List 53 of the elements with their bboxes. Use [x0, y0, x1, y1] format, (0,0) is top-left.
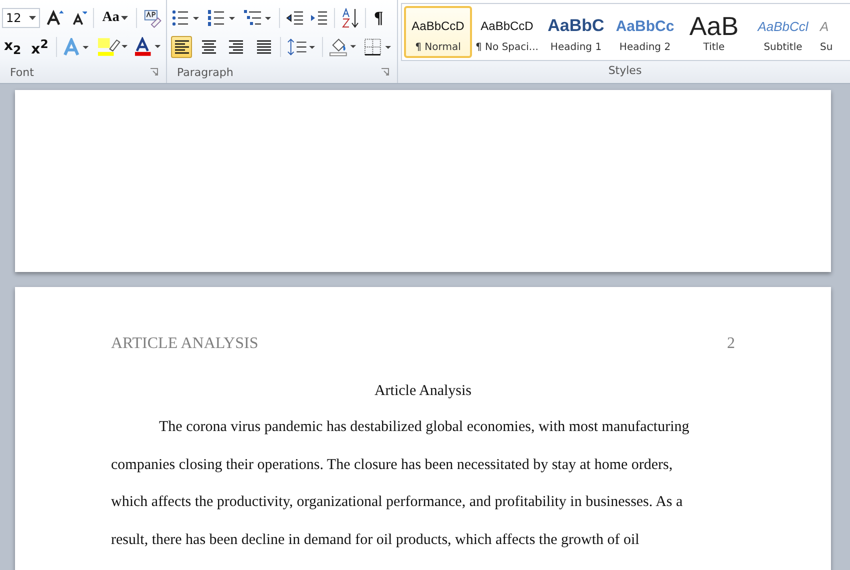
numbered-list-icon[interactable] — [207, 9, 237, 27]
style-preview: AaBbCcD — [412, 18, 464, 35]
font-size-field[interactable]: 12 — [2, 8, 40, 28]
borders-icon[interactable] — [364, 38, 393, 56]
style-name: ¶ Normal — [415, 42, 461, 53]
decrease-indent-icon[interactable] — [286, 10, 304, 26]
grow-font-icon[interactable] — [46, 9, 65, 27]
style-name: ¶ No Spaci... — [476, 42, 538, 53]
bullet-list-icon[interactable] — [171, 9, 201, 27]
document-title: Article Analysis — [374, 383, 472, 399]
style-preview: AaBbCcD — [480, 18, 534, 35]
dialog-launcher-icon[interactable] — [150, 68, 158, 76]
subscript-button[interactable]: x$_{2}$ — [2, 38, 24, 56]
style-preview: AaBbCc — [616, 16, 674, 36]
style-preview: AaBbCcl — [758, 18, 808, 36]
style-name: Heading 1 — [550, 42, 602, 53]
page-number: 2 — [727, 335, 735, 353]
clear-formatting-icon[interactable] — [143, 8, 162, 28]
style-name: Su — [820, 42, 833, 53]
text-effects-icon[interactable] — [63, 38, 91, 56]
change-case-button[interactable]: Aa — [100, 10, 130, 26]
style-item[interactable]: AaBbCcD ¶ No Spaci... — [473, 6, 541, 58]
superscript-button[interactable]: x$^{2}$ — [29, 36, 50, 58]
style-preview: AaBbC — [548, 15, 604, 37]
highlight-icon[interactable] — [96, 37, 128, 57]
multilevel-list-icon[interactable] — [243, 9, 273, 27]
style-preview: AaB — [689, 14, 739, 38]
shrink-font-icon[interactable] — [70, 9, 88, 27]
style-name: Title — [703, 42, 725, 53]
line-spacing-icon[interactable] — [287, 38, 316, 56]
group-label: Font — [10, 66, 34, 78]
style-item[interactable]: AaBbCc Heading 2 — [611, 6, 679, 58]
style-name: Heading 2 — [619, 42, 671, 53]
style-item[interactable]: AaBbCcD ¶ Normal — [404, 6, 472, 58]
running-header: ARTICLE ANALYSIS — [111, 335, 258, 353]
caret-icon — [121, 16, 128, 20]
caret-icon[interactable] — [28, 16, 36, 20]
style-item[interactable]: AaBbCcl Subtitle — [749, 6, 817, 58]
shading-icon[interactable] — [329, 37, 358, 57]
font-color-icon[interactable] — [134, 37, 162, 57]
style-item[interactable]: AaB Title — [680, 6, 748, 58]
style-preview: A — [820, 18, 829, 36]
dialog-launcher-icon[interactable] — [381, 68, 389, 76]
align-left-button[interactable] — [171, 36, 192, 58]
group-label: Styles — [608, 64, 642, 76]
sort-icon[interactable] — [341, 8, 359, 28]
style-item[interactable]: A Su — [818, 6, 844, 58]
style-item[interactable]: AaBbC Heading 1 — [542, 6, 610, 58]
group-label: Paragraph — [177, 66, 234, 78]
style-name: Subtitle — [764, 42, 802, 53]
show-formatting-button[interactable]: ¶ — [372, 8, 386, 28]
body-paragraph: The corona virus pandemic has destabilized global economies, with most manufacturing companies closing their operations. The closure has been necessitated by stay at home orders, which affects the productivity, organizational performance, and profitability in businesses. As a result, there has been decline in demand for oil products, which affects the growth of oil — [111, 418, 690, 550]
increase-indent-icon[interactable] — [310, 10, 328, 26]
